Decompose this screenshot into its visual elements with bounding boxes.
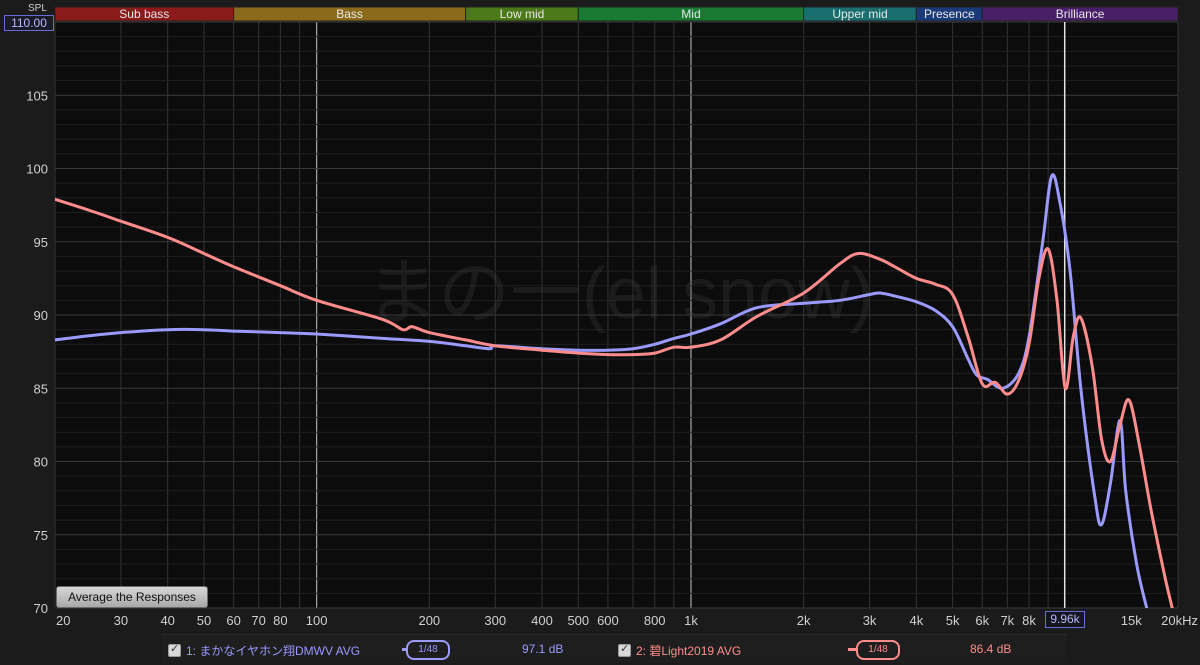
- x-tick-label-2: 40: [160, 613, 174, 628]
- x-tick-label-1: 30: [114, 613, 128, 628]
- x-tick-label-5: 70: [251, 613, 265, 628]
- x-tick-label-4: 60: [226, 613, 240, 628]
- band-label-4: Upper mid: [832, 7, 887, 21]
- x-tick-label-8: 200: [418, 613, 440, 628]
- y-tick-label-4: 90: [34, 308, 48, 323]
- band-label-1: Bass: [336, 7, 363, 21]
- y-top-value-field[interactable]: 110.00: [4, 15, 54, 31]
- y-tick-label-6: 100: [26, 162, 48, 177]
- x-cursor-readout[interactable]: 9.96k: [1045, 611, 1085, 628]
- band-label-2: Low mid: [500, 7, 545, 21]
- x-tick-label-22: 15k: [1121, 613, 1142, 628]
- band-label-0: Sub bass: [119, 7, 169, 21]
- x-tick-label-14: 1k: [684, 613, 698, 628]
- checkbox-1[interactable]: [168, 642, 181, 657]
- y-tick-label-2: 80: [34, 455, 48, 470]
- y-tick-label-1: 75: [34, 528, 48, 543]
- x-tick-label-11: 500: [567, 613, 589, 628]
- legend-item-2[interactable]: 2: 碧Light2019 AVG: [618, 642, 741, 659]
- smoothing-selector-2[interactable]: 1/48: [856, 640, 900, 660]
- x-tick-label-23: 20kHz: [1161, 613, 1198, 628]
- x-tick-label-7: 100: [306, 613, 328, 628]
- smoothing-selector-1[interactable]: 1/48: [406, 640, 450, 660]
- legend-value-2: 86.4 dB: [970, 642, 1012, 656]
- y-tick-label-5: 95: [34, 235, 48, 250]
- band-label-5: Presence: [924, 7, 975, 21]
- x-tick-label-16: 3k: [863, 613, 877, 628]
- legend-label-1: 1: まかなイヤホン翔DMWV AVG: [186, 644, 361, 658]
- legend-panel: 1: まかなイヤホン翔DMWV AVG 1/48 97.1 dB 2: 碧Lig…: [162, 634, 1067, 663]
- x-tick-label-6: 80: [273, 613, 287, 628]
- x-tick-label-18: 5k: [946, 613, 960, 628]
- band-label-6: Brilliance: [1056, 7, 1105, 21]
- band-label-3: Mid: [681, 7, 700, 21]
- x-tick-label-10: 400: [531, 613, 553, 628]
- y-tick-label-0: 70: [34, 601, 48, 616]
- frequency-band-bar: Sub bass Bass Low mid Mid Upper mid Presence B…: [54, 6, 1179, 22]
- average-responses-button[interactable]: Average the Responses: [56, 586, 208, 608]
- x-tick-label-3: 50: [197, 613, 211, 628]
- legend-label-2: 2: 碧Light2019 AVG: [636, 644, 742, 658]
- x-tick-label-12: 600: [597, 613, 619, 628]
- x-tick-label-17: 4k: [909, 613, 923, 628]
- x-tick-label-13: 800: [644, 613, 666, 628]
- x-tick-label-9: 300: [484, 613, 506, 628]
- x-tick-label-19: 6k: [975, 613, 989, 628]
- x-tick-label-15: 2k: [797, 613, 811, 628]
- legend-value-1: 97.1 dB: [522, 642, 564, 656]
- checkbox-2[interactable]: [618, 642, 631, 657]
- watermark: まの一(el snow): [366, 254, 874, 334]
- frequency-response-chart: Sub bass Bass Low mid Mid Upper mid Presence B…: [0, 0, 1200, 665]
- x-tick-label-20: 7k: [1000, 613, 1014, 628]
- y-tick-label-7: 105: [26, 88, 48, 103]
- y-tick-label-3: 85: [34, 381, 48, 396]
- x-tick-label-21: 8k: [1022, 613, 1036, 628]
- x-tick-label-0: 20: [56, 613, 70, 628]
- y-axis-unit-label: SPL: [28, 3, 47, 14]
- legend-item-1[interactable]: 1: まかなイヤホン翔DMWV AVG: [168, 642, 360, 659]
